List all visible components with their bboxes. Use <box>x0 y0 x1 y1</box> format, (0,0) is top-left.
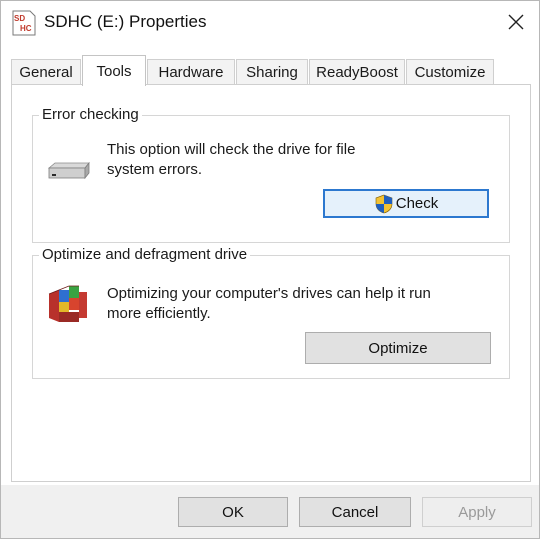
close-button[interactable] <box>499 5 533 39</box>
check-button[interactable]: Check <box>323 189 489 218</box>
cancel-button[interactable]: Cancel <box>299 497 411 527</box>
apply-button[interactable]: Apply <box>422 497 532 527</box>
tab-strip: General Tools Hardware Sharing ReadyBoos… <box>11 55 531 86</box>
tab-readyboost[interactable]: ReadyBoost <box>309 59 405 85</box>
optimize-heading: Optimize and defragment drive <box>39 246 251 263</box>
optimize-description: Optimizing your computer's drives can he… <box>107 284 431 324</box>
check-button-label: Check <box>395 195 439 212</box>
close-icon <box>508 14 524 30</box>
defrag-icon <box>45 282 91 326</box>
tools-panel: Error checking This option will check th… <box>11 84 531 482</box>
svg-text:SD: SD <box>14 14 25 23</box>
window-title: SDHC (E:) Properties <box>44 12 207 31</box>
dialog-footer: OK Cancel Apply <box>1 485 539 538</box>
error-checking-group: Error checking This option will check th… <box>32 106 510 243</box>
sd-card-icon: SD HC <box>10 10 38 36</box>
tab-customize[interactable]: Customize <box>406 59 494 85</box>
error-checking-description-line-1: This option will check the drive for fil… <box>107 141 356 158</box>
optimize-description-line-1: Optimizing your computer's drives can he… <box>107 285 431 302</box>
error-checking-description: This option will check the drive for fil… <box>107 140 355 180</box>
tab-general[interactable]: General <box>11 59 81 85</box>
properties-window: SD HC SDHC (E:) Properties General Tools… <box>0 0 540 539</box>
tab-sharing[interactable]: Sharing <box>236 59 308 85</box>
optimize-group: Optimize and defragment drive Optimizing… <box>32 246 510 379</box>
drive-icon <box>47 160 91 182</box>
title-bar[interactable]: SD HC SDHC (E:) Properties <box>1 1 539 45</box>
ok-button[interactable]: OK <box>178 497 288 527</box>
error-checking-heading: Error checking <box>39 106 142 123</box>
optimize-description-line-2: more efficiently. <box>107 305 211 322</box>
uac-shield-icon <box>374 194 394 214</box>
tab-hardware[interactable]: Hardware <box>147 59 235 85</box>
error-checking-description-line-2: system errors. <box>107 161 203 178</box>
tab-tools[interactable]: Tools <box>82 55 146 86</box>
svg-text:HC: HC <box>20 24 32 33</box>
optimize-button[interactable]: Optimize <box>305 332 491 364</box>
